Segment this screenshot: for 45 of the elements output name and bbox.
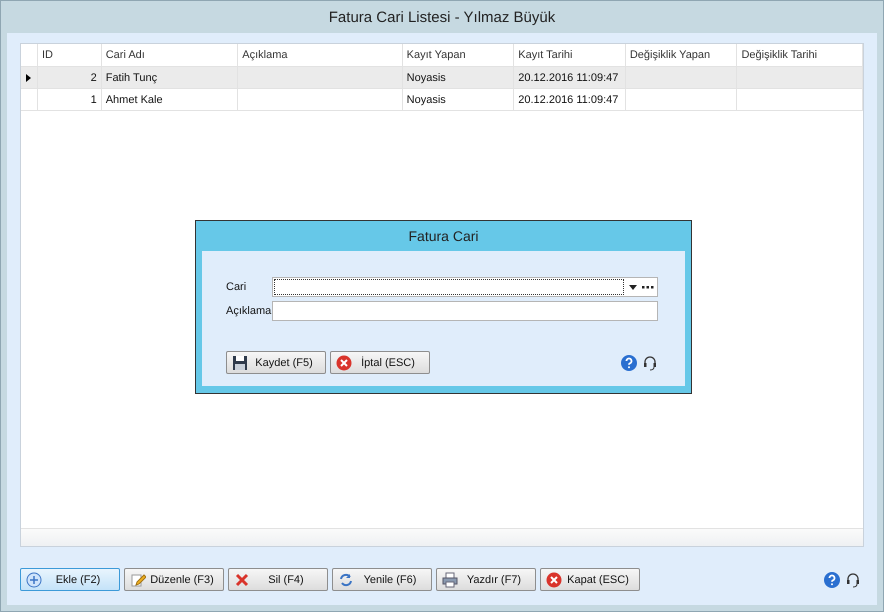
table-cell: 20.12.2016 11:09:47	[518, 94, 618, 106]
table-cell: Noyasis	[406, 72, 446, 84]
column-header[interactable]: Açıklama	[238, 44, 403, 66]
printer-icon	[442, 572, 458, 588]
table-cell: 1	[90, 94, 97, 106]
table-row[interactable]: 1 Ahmet Kale Noyasis 20.12.2016 11:09:47	[21, 89, 863, 111]
toolbar-button[interactable]: Ekle (F2)	[20, 568, 120, 591]
refresh-icon	[338, 572, 354, 588]
table-row[interactable]: 2 Fatih Tunç Noyasis 20.12.2016 11:09:47	[21, 67, 863, 89]
headset-icon[interactable]	[643, 354, 657, 370]
table-cell: Fatih Tunç	[106, 72, 158, 84]
ellipsis-icon[interactable]	[642, 286, 654, 288]
toolbar-button[interactable]: Sil (F4)	[228, 568, 328, 591]
dialog-button[interactable]: İptal (ESC)	[330, 351, 430, 374]
column-header[interactable]: Kayıt Yapan	[402, 44, 514, 66]
cancel-icon	[546, 572, 562, 588]
toolbar-button[interactable]: Kapat (ESC)	[540, 568, 640, 591]
toolbar-button[interactable]: Yazdır (F7)	[436, 568, 536, 591]
headset-icon[interactable]	[846, 572, 860, 588]
table-cell: Ahmet Kale	[106, 94, 163, 106]
plus-icon	[26, 572, 42, 588]
row-pointer-icon	[26, 74, 32, 82]
pencil-icon	[130, 572, 146, 588]
toolbar-button[interactable]: Yenile (F6)	[332, 568, 432, 591]
column-header[interactable]: ID	[38, 44, 102, 66]
cancel-icon	[336, 354, 352, 370]
help-icon[interactable]	[824, 572, 840, 588]
help-icon[interactable]	[621, 354, 637, 370]
column-header[interactable]: Kayıt Tarihi	[514, 44, 626, 66]
combo-field[interactable]	[272, 277, 658, 297]
table-cell: 2	[90, 72, 97, 84]
table-cell: 20.12.2016 11:09:47	[518, 72, 618, 84]
column-header[interactable]: Değişiklik Tarihi	[737, 44, 864, 66]
dialog-title: Fatura Cari	[407, 227, 480, 246]
field-label: Cari	[226, 281, 248, 293]
x-mark-icon	[234, 572, 250, 588]
table-cell: Noyasis	[406, 94, 446, 106]
dialog-button[interactable]: Kaydet (F5)	[226, 351, 326, 374]
toolbar-button[interactable]: Düzenle (F3)	[124, 568, 224, 591]
input-field[interactable]	[272, 301, 658, 321]
window-title: Fatura Cari Listesi - Yılmaz Büyük	[328, 8, 556, 28]
column-header[interactable]: Cari Adı	[102, 44, 238, 66]
field-label: Açıklama	[226, 305, 272, 317]
column-header[interactable]: Değişiklik Yapan	[626, 44, 738, 66]
dropdown-arrow-icon[interactable]	[629, 284, 637, 290]
